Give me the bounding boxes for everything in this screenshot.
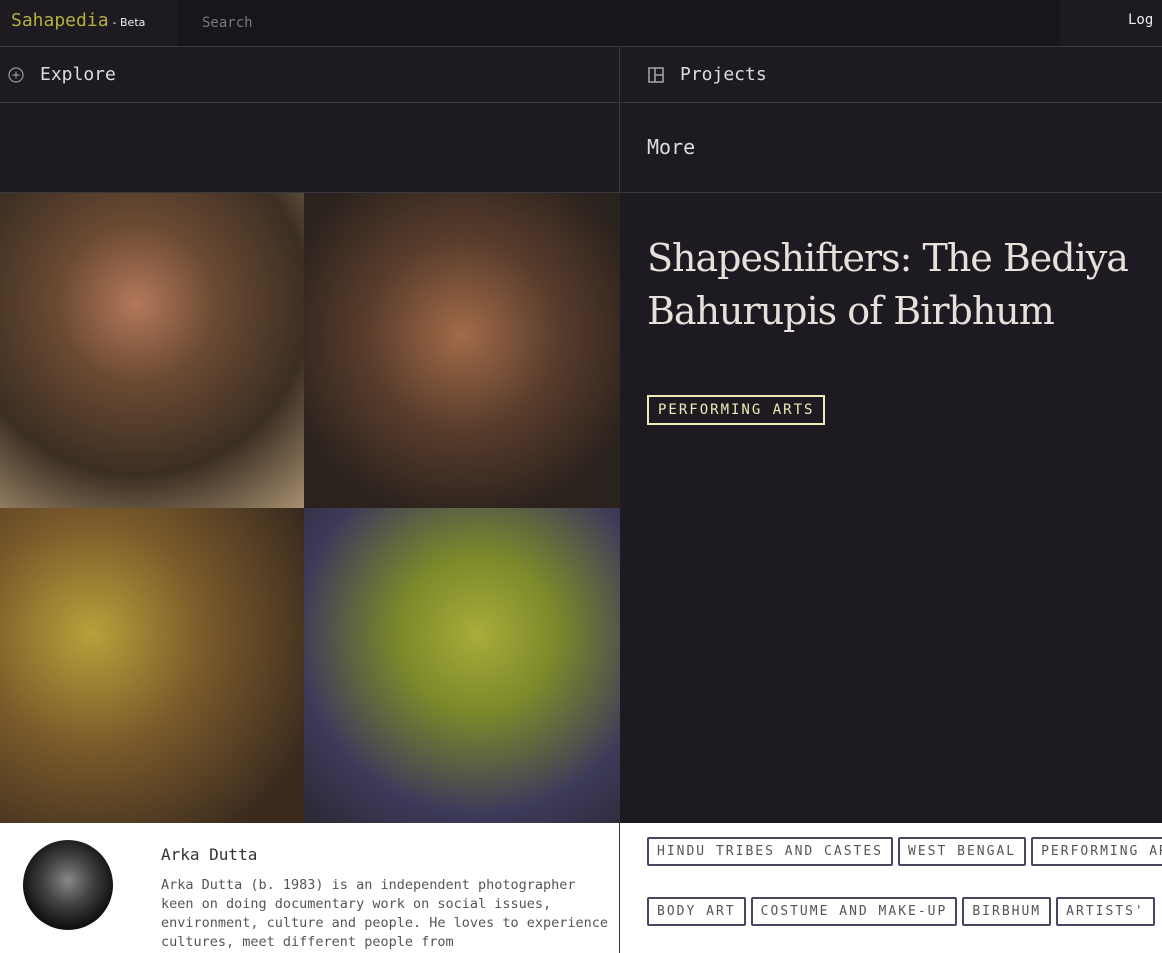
tags-row-1: HINDU TRIBES AND CASTES WEST BENGAL PERF… bbox=[647, 837, 1162, 866]
author-name[interactable]: Arka Dutta bbox=[161, 845, 257, 864]
nav-explore[interactable]: Explore bbox=[0, 47, 620, 103]
category-badge[interactable]: PERFORMING ARTS bbox=[647, 395, 826, 425]
logo-text: Sahapedia bbox=[11, 10, 109, 31]
tag[interactable]: ARTISTS' bbox=[1056, 897, 1155, 926]
projects-label: Projects bbox=[680, 64, 767, 85]
tag[interactable]: BODY ART bbox=[647, 897, 746, 926]
article-title: Shapeshifters: The Bediya Bahurupis of B… bbox=[647, 236, 1129, 333]
author-bio: Arka Dutta (b. 1983) is an independent p… bbox=[161, 877, 609, 950]
search-input[interactable] bbox=[178, 0, 1060, 46]
nav-spacer bbox=[0, 103, 620, 193]
explore-label: Explore bbox=[40, 64, 116, 85]
plus-circle-icon bbox=[8, 66, 24, 83]
beta-label: - Beta bbox=[112, 16, 146, 29]
author-avatar bbox=[23, 840, 113, 930]
photo-performer-with-mirror[interactable] bbox=[0, 508, 304, 823]
photo-performer-with-parrot[interactable] bbox=[0, 193, 304, 508]
layout-grid-icon bbox=[648, 66, 664, 83]
nav-projects[interactable]: Projects bbox=[620, 47, 1162, 103]
tags-row-2: BODY ART COSTUME AND MAKE-UP BIRBHUM ART… bbox=[647, 897, 1155, 926]
tag[interactable]: PERFORMING ARTS bbox=[1031, 837, 1162, 866]
tag[interactable]: WEST BENGAL bbox=[898, 837, 1027, 866]
tag[interactable]: BIRBHUM bbox=[962, 897, 1052, 926]
tags-panel: HINDU TRIBES AND CASTES WEST BENGAL PERF… bbox=[620, 823, 1162, 953]
tag[interactable]: HINDU TRIBES AND CASTES bbox=[647, 837, 894, 866]
photo-performers-applying-makeup[interactable] bbox=[304, 193, 620, 508]
top-bar: Sahapedia- Beta Log bbox=[0, 0, 1162, 47]
nav-more[interactable]: More bbox=[620, 103, 1162, 193]
photo-face-painting[interactable] bbox=[304, 508, 620, 823]
tag[interactable]: COSTUME AND MAKE-UP bbox=[750, 897, 958, 926]
login-link[interactable]: Log bbox=[1128, 12, 1153, 28]
logo[interactable]: Sahapedia - Beta bbox=[11, 10, 145, 31]
